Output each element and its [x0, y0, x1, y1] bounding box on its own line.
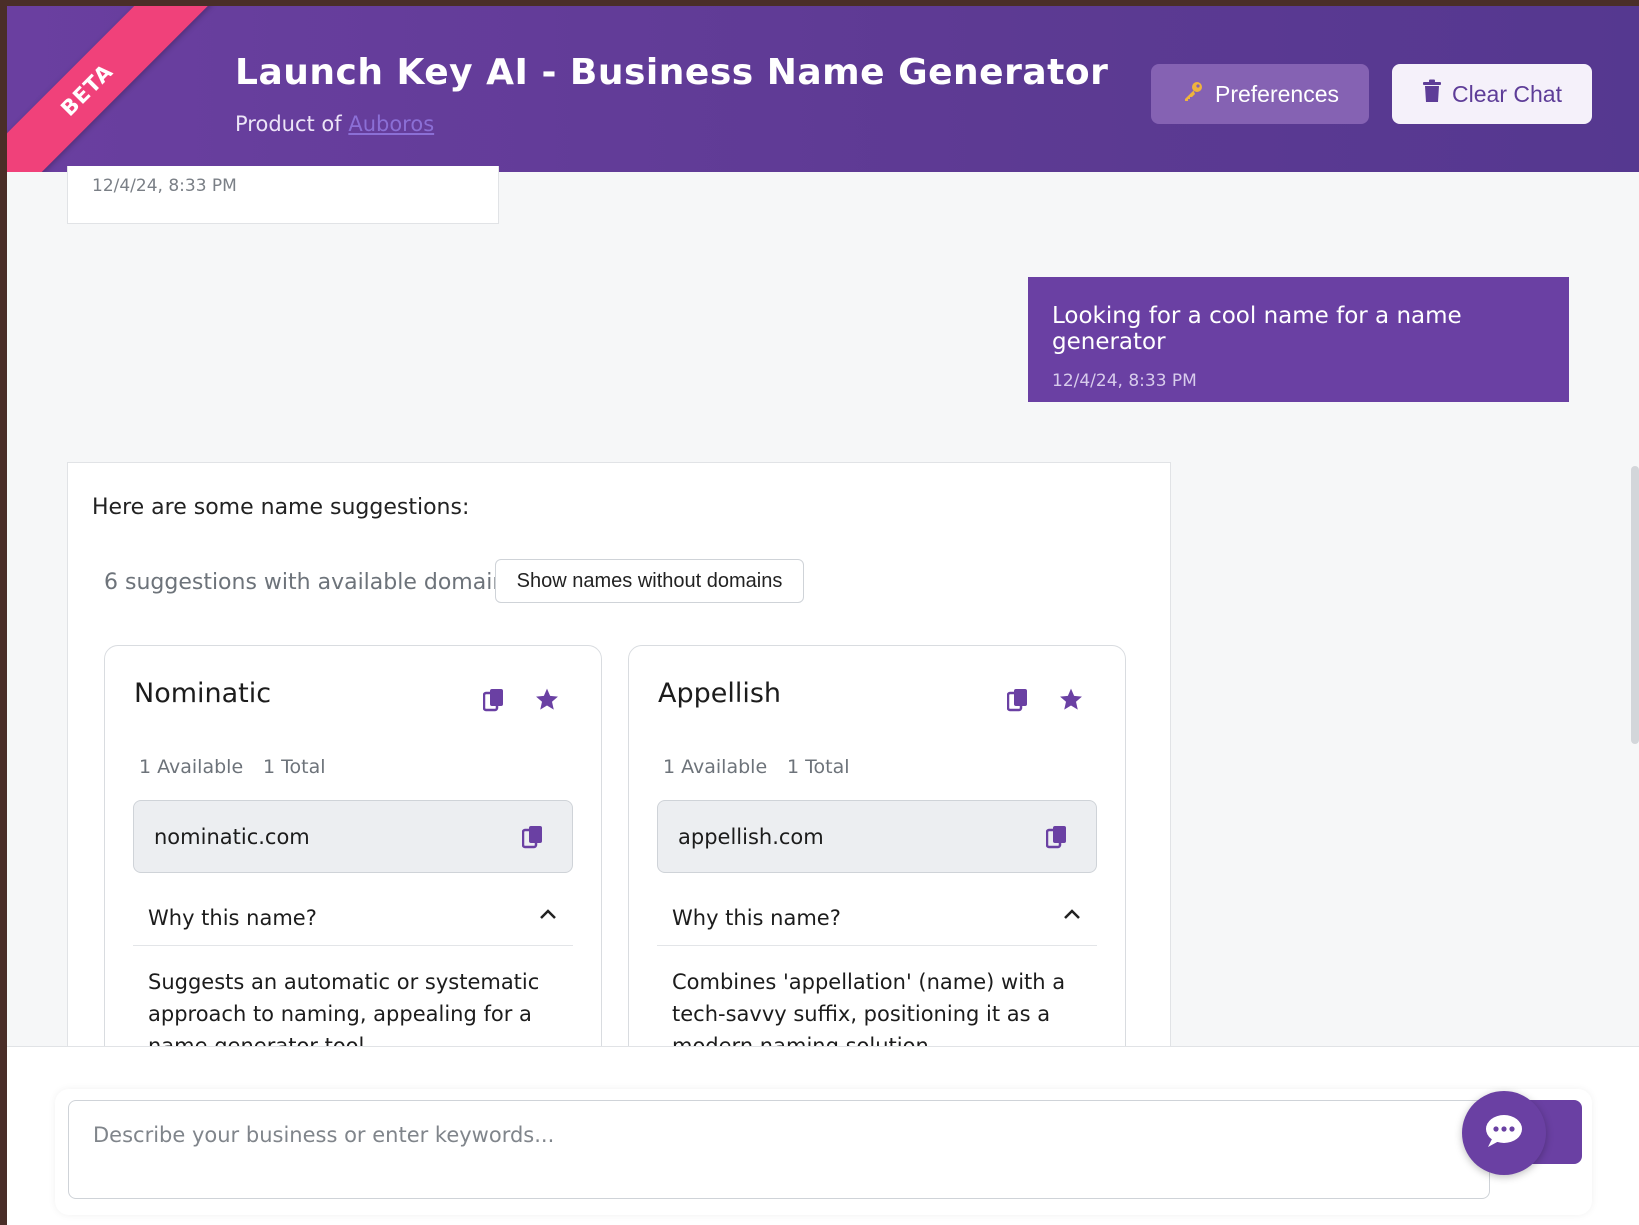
name-suggestion-card: Appellish 1 Available 1 Total appellish.… — [628, 645, 1126, 1085]
composer-bar: Describe your business or enter keywords… — [7, 1046, 1639, 1225]
page-title: Launch Key AI - Business Name Generator — [235, 52, 1109, 93]
preferences-label: Preferences — [1214, 80, 1339, 107]
key-icon — [1181, 79, 1205, 109]
message-input[interactable]: Describe your business or enter keywords… — [68, 1100, 1490, 1199]
copy-icon[interactable] — [521, 825, 544, 853]
chevron-up-icon — [538, 906, 558, 925]
chevron-up-icon — [1062, 906, 1082, 925]
user-message-text: Looking for a cool name for a name gener… — [1052, 303, 1462, 355]
composer: Describe your business or enter keywords… — [55, 1089, 1592, 1215]
product-of-line: Product of Auboros — [235, 112, 434, 136]
suggested-name: Nominatic — [134, 678, 272, 709]
domain-row: nominatic.com — [133, 800, 573, 873]
chat-bubble-icon — [1484, 1113, 1524, 1153]
message-timestamp: 12/4/24, 8:33 PM — [1052, 371, 1197, 391]
star-icon[interactable] — [1058, 687, 1084, 716]
total-count: 1 Total — [263, 756, 326, 778]
header: BETA Launch Key AI - Business Name Gener… — [7, 6, 1639, 172]
app-window: BETA Launch Key AI - Business Name Gener… — [7, 6, 1639, 1225]
message-timestamp: 12/4/24, 8:33 PM — [92, 176, 237, 196]
beta-ribbon: BETA — [7, 6, 212, 172]
chat-fab-button[interactable] — [1462, 1091, 1546, 1175]
trash-icon — [1422, 79, 1442, 109]
why-this-name-toggle[interactable]: Why this name? — [657, 896, 1097, 946]
copy-icon[interactable] — [1006, 688, 1029, 716]
why-this-name-toggle[interactable]: Why this name? — [133, 896, 573, 946]
name-suggestion-card: Nominatic 1 Available 1 Total nominatic.… — [104, 645, 602, 1085]
previous-message: 12/4/24, 8:33 PM — [67, 166, 499, 224]
show-names-without-domains-button[interactable]: Show names without domains — [495, 559, 804, 603]
available-count: 1 Available — [139, 756, 244, 778]
product-of-label: Product of — [235, 112, 349, 136]
available-count: 1 Available — [663, 756, 768, 778]
user-message: Looking for a cool name for a name gener… — [1028, 277, 1569, 402]
suggested-name: Appellish — [658, 678, 782, 709]
scrollbar-thumb[interactable] — [1631, 466, 1639, 744]
clear-chat-label: Clear Chat — [1452, 80, 1562, 107]
domain-name: nominatic.com — [154, 825, 310, 849]
why-this-name-label: Why this name? — [672, 906, 841, 930]
suggestion-count: 6 suggestions with available domains — [104, 570, 518, 595]
preferences-button[interactable]: Preferences — [1151, 64, 1369, 124]
domain-name: appellish.com — [678, 825, 824, 849]
auboros-link[interactable]: Auboros — [348, 112, 434, 136]
total-count: 1 Total — [787, 756, 850, 778]
clear-chat-button[interactable]: Clear Chat — [1392, 64, 1592, 124]
bot-intro-text: Here are some name suggestions: — [92, 495, 470, 520]
domain-row: appellish.com — [657, 800, 1097, 873]
star-icon[interactable] — [534, 687, 560, 716]
why-this-name-label: Why this name? — [148, 906, 317, 930]
bot-message: Here are some name suggestions: 6 sugges… — [67, 462, 1171, 1085]
copy-icon[interactable] — [1045, 825, 1068, 853]
copy-icon[interactable] — [482, 688, 505, 716]
